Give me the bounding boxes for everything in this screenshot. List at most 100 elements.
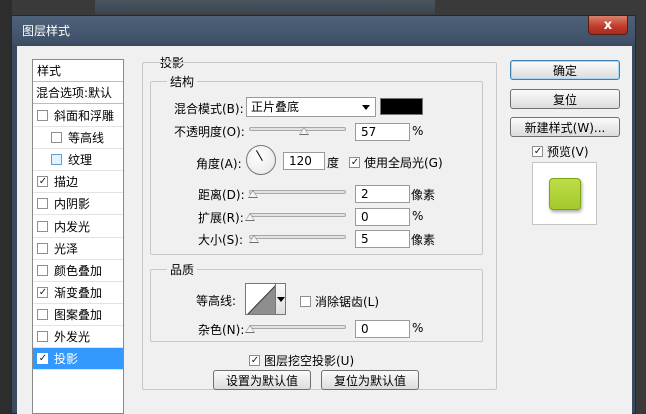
angle-label: 角度(A):: [196, 157, 242, 171]
angle-dial[interactable]: [246, 145, 276, 175]
opacity-unit: %: [412, 124, 424, 138]
contour-curve-icon: [247, 285, 275, 314]
opacity-input[interactable]: 57: [355, 123, 410, 141]
style-item[interactable]: 纹理: [33, 149, 123, 172]
style-item[interactable]: 图案叠加: [33, 304, 123, 326]
global-light-label: 使用全局光(G): [364, 156, 443, 170]
style-item[interactable]: 内发光: [33, 216, 123, 238]
style-preview-swatch: [549, 178, 581, 210]
close-button[interactable]: x: [588, 16, 628, 35]
distance-slider-track[interactable]: [249, 190, 346, 194]
spread-unit: %: [412, 209, 424, 223]
make-default-button[interactable]: 设置为默认值: [213, 370, 311, 390]
noise-unit: %: [412, 321, 424, 335]
noise-slider-thumb[interactable]: [245, 325, 255, 333]
style-item-label: 纹理: [68, 153, 93, 168]
style-item[interactable]: 斜面和浮雕: [33, 105, 123, 127]
anti-alias-check-icon: [300, 296, 311, 307]
style-preview-box: [532, 162, 597, 225]
angle-input[interactable]: 120: [283, 152, 325, 170]
style-item[interactable]: 外发光: [33, 326, 123, 348]
noise-input[interactable]: 0: [355, 320, 410, 338]
style-item-checkbox[interactable]: [37, 220, 48, 232]
distance-slider-thumb[interactable]: [248, 190, 258, 198]
title-bar[interactable]: [12, 16, 635, 44]
style-item[interactable]: 渐变叠加: [33, 282, 123, 304]
ok-button[interactable]: 确定: [510, 60, 620, 80]
style-item-checkbox[interactable]: [37, 176, 48, 188]
distance-label: 距离(D):: [198, 188, 245, 202]
preview-label: 预览(V): [547, 145, 589, 159]
preview-check-icon: [532, 146, 543, 157]
angle-unit: 度: [327, 156, 340, 170]
chevron-down-icon: [277, 297, 285, 302]
style-item-checkbox[interactable]: [51, 132, 62, 144]
knockout-checkbox[interactable]: 图层挖空投影(U): [249, 352, 354, 369]
size-slider-thumb[interactable]: [249, 235, 259, 243]
style-item-checkbox[interactable]: [37, 308, 48, 320]
style-item-label: 描边: [54, 175, 79, 190]
contour-label: 等高线:: [196, 294, 237, 308]
style-item-checkbox[interactable]: [37, 286, 48, 298]
opacity-slider-thumb[interactable]: [299, 127, 310, 135]
contour-preview[interactable]: [245, 283, 276, 315]
style-item-checkbox[interactable]: [37, 110, 48, 121]
style-item-checkbox[interactable]: [51, 154, 62, 166]
distance-unit: 像素: [411, 188, 436, 202]
style-item[interactable]: 内阴影: [33, 193, 123, 216]
noise-label: 杂色(N):: [198, 323, 245, 337]
blending-options-item[interactable]: 混合选项:默认: [33, 82, 123, 104]
style-item-label: 渐变叠加: [54, 285, 103, 300]
spread-slider-track[interactable]: [249, 213, 346, 217]
quality-title: 品质: [167, 261, 198, 278]
style-item-label: 斜面和浮雕: [54, 109, 115, 123]
size-input[interactable]: 5: [355, 230, 410, 248]
preview-checkbox[interactable]: 预览(V): [532, 143, 589, 160]
spread-input[interactable]: 0: [355, 208, 410, 226]
distance-input[interactable]: 2: [355, 185, 410, 203]
style-item-label: 外发光: [54, 330, 91, 344]
style-item-label: 颜色叠加: [54, 263, 103, 278]
style-item-checkbox[interactable]: [37, 264, 48, 276]
opacity-slider-track[interactable]: [249, 127, 346, 131]
noise-slider-track[interactable]: [249, 325, 346, 329]
size-unit: 像素: [411, 233, 436, 247]
opacity-label: 不透明度(O):: [174, 125, 245, 139]
new-style-button[interactable]: 新建样式(W)...: [510, 117, 620, 137]
style-item-checkbox[interactable]: [37, 353, 48, 365]
close-icon: x: [603, 17, 613, 33]
background-canvas-strip: [95, 0, 435, 14]
angle-dial-needle: [256, 150, 263, 161]
shadow-color-swatch[interactable]: [380, 98, 423, 115]
style-item-label: 内发光: [54, 219, 91, 234]
style-item[interactable]: 投影: [33, 348, 123, 371]
size-label: 大小(S):: [198, 233, 244, 247]
style-item[interactable]: 等高线: [33, 127, 123, 150]
style-item-label: 光泽: [54, 241, 79, 256]
reset-to-default-button[interactable]: 复位为默认值: [321, 370, 419, 390]
style-item-label: 内阴影: [54, 197, 91, 212]
anti-alias-label: 消除锯齿(L): [315, 295, 380, 309]
blend-mode-dropdown[interactable]: 正片叠底: [246, 97, 376, 117]
spread-slider-thumb[interactable]: [245, 213, 255, 221]
style-item-checkbox[interactable]: [37, 242, 48, 254]
style-item-checkbox[interactable]: [37, 198, 48, 210]
global-light-checkbox[interactable]: 使用全局光(G): [349, 154, 443, 171]
size-slider-track[interactable]: [249, 235, 346, 239]
contour-dropdown-button[interactable]: [276, 283, 286, 315]
style-item-label: 图案叠加: [54, 307, 103, 322]
structure-title: 结构: [167, 73, 198, 90]
style-item[interactable]: 描边: [33, 171, 123, 194]
knockout-check-icon: [249, 355, 260, 366]
chevron-down-icon: [362, 105, 370, 110]
style-item[interactable]: 光泽: [33, 238, 123, 260]
reset-button[interactable]: 复位: [510, 89, 620, 109]
style-item-checkbox[interactable]: [37, 331, 48, 342]
styles-header[interactable]: 样式: [33, 60, 123, 82]
global-light-check-icon: [349, 157, 360, 168]
style-item-label: 等高线: [68, 131, 105, 146]
spread-label: 扩展(R):: [198, 211, 244, 225]
style-item-label: 投影: [54, 352, 79, 367]
anti-alias-checkbox[interactable]: 消除锯齿(L): [300, 293, 379, 310]
style-item[interactable]: 颜色叠加: [33, 260, 123, 282]
